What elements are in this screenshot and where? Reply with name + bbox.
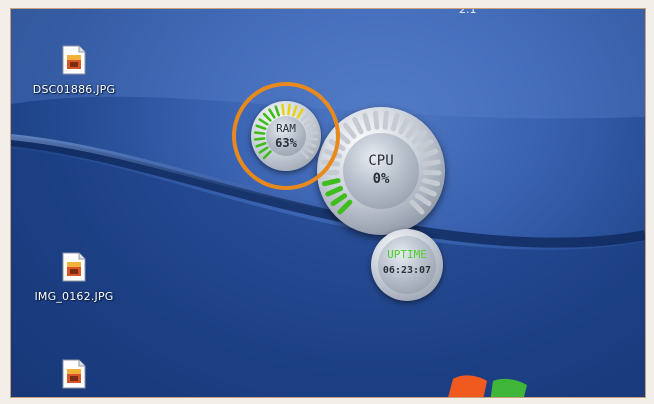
uptime-gauge[interactable]: UPTIME 06:23:07 xyxy=(371,229,443,301)
cpu-gauge-tick xyxy=(409,199,425,215)
clipped-top-text: 2.1 xyxy=(459,8,477,16)
cpu-gauge-tick xyxy=(373,110,380,130)
cpu-gauge-tick xyxy=(398,116,410,135)
cpu-gauge-tick xyxy=(362,112,372,132)
desktop-icon-image-3[interactable] xyxy=(19,359,129,397)
cpu-gauge-tick xyxy=(414,193,432,207)
cpu-gauge-tick xyxy=(416,138,434,152)
cpu-gauge-tick xyxy=(342,122,357,139)
desktop-screen: 2.1 DSC01886.JPG IMG_0162.JPG CPU 0% RAM… xyxy=(10,8,646,398)
desktop-icon-label: DSC01886.JPG xyxy=(32,83,116,96)
cpu-gauge-tick xyxy=(411,130,428,145)
image-file-icon xyxy=(62,252,86,282)
cpu-gauge-tick xyxy=(337,199,353,215)
cpu-gauge-tick xyxy=(330,193,348,207)
ram-highlight-circle xyxy=(232,82,340,190)
cpu-gauge-tick xyxy=(405,122,420,139)
cpu-gauge-tick xyxy=(418,185,437,197)
uptime-value: 06:23:07 xyxy=(382,265,432,276)
desktop-icon-label: IMG_0162.JPG xyxy=(34,290,114,303)
desktop-icon-img0162[interactable]: IMG_0162.JPG xyxy=(19,252,129,303)
image-file-icon xyxy=(62,45,86,75)
cpu-gauge-tick xyxy=(382,110,389,130)
cpu-gauge-tick xyxy=(390,112,400,132)
image-file-icon xyxy=(62,359,86,389)
cpu-gauge-tick xyxy=(352,116,364,135)
desktop-icon-dsc01886[interactable]: DSC01886.JPG xyxy=(19,45,129,96)
uptime-label: UPTIME xyxy=(387,248,427,261)
windows-logo-icon xyxy=(448,375,527,397)
